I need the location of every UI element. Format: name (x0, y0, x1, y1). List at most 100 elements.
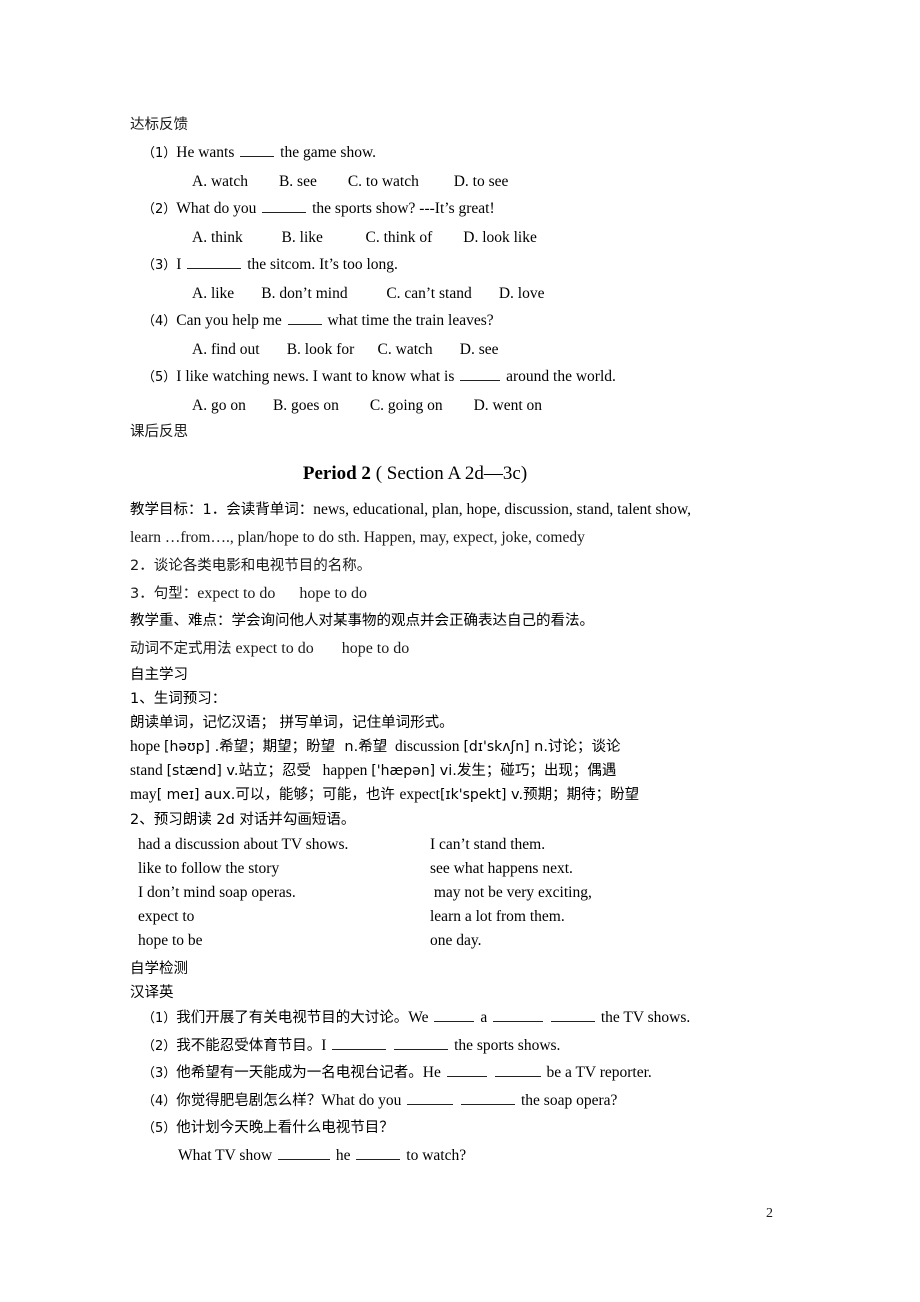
item-en-part: a (476, 1009, 492, 1026)
answer-blank[interactable] (356, 1144, 401, 1160)
section-heading-self-check: 自学检测 (130, 961, 188, 977)
objective-item-number: 2． (130, 558, 154, 574)
objective-label: 教学目标： (130, 502, 203, 518)
phrase-left: had a discussion about TV shows. (138, 836, 349, 853)
phrase-right: I can’t stand them. (430, 836, 546, 853)
answer-blank[interactable] (460, 366, 501, 381)
answer-blank[interactable] (394, 1034, 449, 1050)
answer-blank[interactable] (287, 310, 322, 325)
item-en-part: He (422, 1064, 445, 1081)
item-number: （4） (142, 1093, 177, 1109)
objective-item-text: 谈论各类电影和电视节目的名称。 (153, 558, 372, 574)
item-en-part: the sports shows. (450, 1036, 561, 1054)
answer-blank[interactable] (461, 1089, 516, 1105)
answer-blank[interactable] (187, 254, 242, 269)
question-stem-before: He wants (176, 144, 239, 161)
objective-item-number: 1． (202, 502, 227, 518)
question-stem-after: the game show. (276, 144, 377, 161)
item-number: （2） (142, 1038, 177, 1054)
self-study-item-1-sub: 朗读单词，记忆汉语； 拼写单词，记住单词形式。 (130, 715, 454, 731)
question-stem-before: What do you (176, 200, 261, 217)
answer-blank[interactable] (332, 1034, 387, 1050)
item-chinese: 你觉得肥皂剧怎么样？ (176, 1092, 322, 1109)
vocab-ipa: [stænd] (166, 763, 222, 779)
answer-blank[interactable] (446, 1062, 487, 1077)
phrase-left: hope to be (138, 932, 203, 949)
period-title-bold: Period 2 (302, 463, 376, 484)
vocab-meaning: vi.发生；碰巧；出现；偶遇 (435, 763, 617, 779)
question-number: （5） (142, 370, 177, 385)
item-number: （5） (142, 1121, 177, 1136)
phrase-right: see what happens next. (430, 860, 573, 877)
question-options: A. find out B. look for C. watch D. see (192, 340, 499, 358)
answer-blank[interactable] (278, 1144, 331, 1160)
translation-item: （3）他希望有一天能成为一名电视台记者。He be a TV reporter. (130, 1060, 790, 1088)
item-en-part: be a TV reporter. (542, 1064, 652, 1081)
question-row: （4）Can you help me what time the train l… (130, 307, 790, 336)
vocab-ipa: [həʊp] (164, 739, 210, 755)
vocab-ipa: [dɪ'skʌʃn] (463, 739, 530, 755)
question-number: （4） (142, 314, 177, 329)
item-en-part: he (332, 1146, 355, 1164)
objective-word-list: news, educational, plan, hope, discussio… (313, 501, 692, 518)
answer-blank[interactable] (407, 1089, 454, 1105)
item-en-part (388, 1037, 392, 1054)
answer-blank[interactable] (240, 142, 275, 157)
item-en-part: What TV show (178, 1146, 277, 1164)
vocab-word: expect (399, 786, 440, 803)
translation-item: （5）他计划今天晚上看什么电视节目？ (130, 1115, 790, 1143)
vocab-line: stand [stænd] v.站立；忍受 happen ['hæpən] vi… (130, 759, 790, 783)
vocab-line: hope [həʊp] .希望；期望；盼望 n.希望 discussion [d… (130, 735, 790, 759)
question-options: A. watch B. see C. to watch D. to see (192, 172, 509, 190)
vocab-line: may[ meɪ] aux.可以，能够；可能，也许 expect[ɪk'spek… (130, 783, 790, 807)
objective-pattern: expect to do hope to do (197, 585, 367, 602)
question-row: （1）He wants the game show. (130, 139, 790, 168)
item-en-part: We (408, 1009, 433, 1026)
question-stem-after: what time the train leaves? (323, 312, 494, 329)
vocab-meaning: v.站立；忍受 (221, 763, 311, 779)
item-en-part (489, 1064, 493, 1081)
question-stem-after: around the world. (502, 368, 616, 385)
page-content: 达标反馈 （1）He wants the game show. A. watch… (130, 112, 790, 1169)
item-en-part: the soap opera? (517, 1091, 618, 1109)
question-number: （1） (142, 146, 177, 161)
question-number: （2） (142, 202, 177, 217)
question-options: A. like B. don’t mind C. can’t stand D. … (192, 284, 545, 302)
objective-line-1: 教学目标：1．会读背单词：news, educational, plan, ho… (130, 496, 790, 524)
document-page: 达标反馈 （1）He wants the game show. A. watch… (0, 0, 920, 1302)
vocab-word: stand (130, 762, 167, 779)
objective-line-4: 3．句型：expect to do hope to do (130, 580, 790, 608)
vocab-ipa: ['hæpən] (371, 763, 436, 779)
item-chinese: 我不能忍受体育节目。 (176, 1037, 322, 1054)
vocab-meaning: aux.可以，能够；可能，也许 (199, 787, 400, 803)
objective-line-3: 2．谈论各类电影和电视节目的名称。 (130, 552, 790, 580)
answer-blank[interactable] (434, 1007, 475, 1022)
infinitive-usage-label: 动词不定式用法 (130, 641, 232, 657)
translation-item: （4）你觉得肥皂剧怎么样？What do you the soap opera? (130, 1088, 790, 1116)
section-heading-reflection: 课后反思 (130, 424, 188, 440)
answer-blank[interactable] (262, 198, 307, 213)
item-en-part: I (321, 1036, 331, 1054)
self-study-item-2: 2、预习朗读 2d 对话并勾画短语。 (130, 812, 356, 828)
objective-item-text: 句型： (153, 586, 198, 602)
phrase-left: like to follow the story (138, 860, 280, 877)
question-options: A. go on B. goes on C. going on D. went … (192, 396, 543, 414)
phrase-left: expect to (138, 908, 195, 925)
answer-blank[interactable] (494, 1062, 541, 1077)
section-subheading-translation: 汉译英 (130, 985, 174, 1001)
question-stem-after: the sitcom. It’s too long. (243, 256, 398, 273)
answer-blank[interactable] (493, 1007, 544, 1022)
question-options: A. think B. like C. think of D. look lik… (192, 228, 537, 246)
phrase-grid: had a discussion about TV shows. I can’t… (130, 833, 790, 953)
phrase-right: one day. (430, 932, 482, 949)
question-row: （3）I the sitcom. It’s too long. (130, 251, 790, 280)
question-row: （5）I like watching news. I want to know … (130, 363, 790, 392)
item-en-part: the TV shows. (596, 1009, 691, 1026)
key-points-line: 教学重、难点：学会询问他人对某事物的观点并会正确表达自己的看法。 (130, 613, 594, 629)
item-chinese: 他希望有一天能成为一名电视台记者。 (176, 1065, 423, 1081)
page-number: 2 (766, 1206, 773, 1221)
answer-blank[interactable] (550, 1007, 595, 1022)
period-title-rest: ( Section A 2d—3c) (375, 463, 528, 484)
infinitive-usage-line: 动词不定式用法 expect to do hope to do (130, 635, 790, 663)
item-en-part (455, 1092, 459, 1109)
